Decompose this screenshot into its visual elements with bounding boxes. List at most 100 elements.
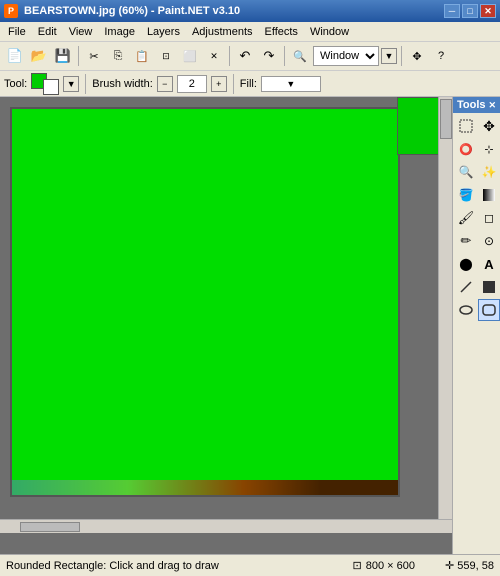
tool-recolor[interactable]: ⬤ [455, 253, 477, 275]
cut-button[interactable]: ✂ [83, 45, 105, 67]
position-value: 559, 58 [457, 560, 494, 572]
move-selection-icon: ⊹ [484, 143, 493, 156]
menu-item-file[interactable]: File [2, 24, 32, 40]
menu-item-effects[interactable]: Effects [259, 24, 304, 40]
menu-item-window[interactable]: Window [304, 24, 355, 40]
position-icon: ✛ [445, 560, 454, 572]
color-selector[interactable] [31, 73, 59, 95]
toolbar-area: 📄 📂 💾 ✂ ⎘ 📋 ⊡ ⬜ ✕ ↶ ↷ 🔍 Window ▼ ✥ ? Too… [0, 42, 500, 97]
fill-label: Fill: [240, 78, 257, 90]
tools-close-button[interactable]: ✕ [488, 100, 496, 111]
separator-5 [85, 74, 86, 94]
tool-clone-stamp[interactable]: ⊙ [478, 230, 500, 252]
status-position: ✛ 559, 58 [445, 559, 494, 572]
redo-button[interactable]: ↷ [258, 45, 280, 67]
color-arrow[interactable]: ▼ [63, 76, 79, 92]
rounded-rect-icon [482, 303, 496, 317]
app-icon: P [4, 4, 18, 18]
vscroll-thumb[interactable] [440, 99, 452, 139]
copy-button[interactable]: ⎘ [107, 45, 129, 67]
separator-6 [233, 74, 234, 94]
tool-line[interactable] [455, 276, 477, 298]
zoom-out-button[interactable]: 🔍 [289, 45, 311, 67]
menu-item-adjustments[interactable]: Adjustments [186, 24, 259, 40]
paintbucket-icon: 🪣 [459, 188, 474, 202]
separator-2 [229, 46, 230, 66]
crop-button[interactable]: ⊡ [155, 45, 177, 67]
tool-move-selection[interactable]: ⊹ [478, 138, 500, 160]
title-controls[interactable]: ─ □ ✕ [444, 4, 496, 18]
shapes-icon [482, 280, 496, 294]
rectangle-select-icon [459, 119, 473, 133]
title-bar: P BEARSTOWN.jpg (60%) - Paint.NET v3.10 … [0, 0, 500, 22]
canvas[interactable] [10, 107, 400, 497]
toolbar-row1: 📄 📂 💾 ✂ ⎘ 📋 ⊡ ⬜ ✕ ↶ ↷ 🔍 Window ▼ ✥ ? [0, 42, 500, 70]
dropdown-arrow[interactable]: ▼ [381, 48, 397, 64]
separator-4 [401, 46, 402, 66]
tool-shapes[interactable] [478, 276, 500, 298]
help-button[interactable]: ? [430, 45, 452, 67]
paste-button[interactable]: 📋 [131, 45, 153, 67]
menu-item-view[interactable]: View [63, 24, 99, 40]
select-all-button[interactable]: ⬜ [179, 45, 201, 67]
brush-width-input[interactable] [177, 75, 207, 93]
open-button[interactable]: 📂 [28, 45, 50, 67]
tool-label: Tool: [4, 78, 27, 90]
undo-button[interactable]: ↶ [234, 45, 256, 67]
ellipse-icon [459, 303, 473, 317]
close-button[interactable]: ✕ [480, 4, 496, 18]
gradient-icon [482, 188, 496, 202]
tool-magic-wand[interactable]: ✨ [478, 161, 500, 183]
vertical-scrollbar[interactable] [438, 97, 452, 519]
text-icon: A [484, 257, 493, 272]
lasso-icon: ⭕ [459, 143, 473, 156]
separator-3 [284, 46, 285, 66]
menu-item-image[interactable]: Image [98, 24, 141, 40]
horizontal-scrollbar[interactable] [0, 519, 452, 533]
deselect-button[interactable]: ✕ [203, 45, 225, 67]
tools-title-text: Tools [457, 99, 486, 111]
tool-text[interactable]: A [478, 253, 500, 275]
tool-zoom[interactable]: 🔍 [455, 161, 477, 183]
tool-gradient[interactable] [478, 184, 500, 206]
tool-pencil[interactable]: ✏ [455, 230, 477, 252]
paintbrush-icon: 🖌 [458, 210, 475, 226]
tool-ellipse[interactable] [455, 299, 477, 321]
window-dropdown[interactable]: Window [313, 46, 379, 66]
magic-wand-icon: ✨ [482, 165, 497, 179]
brush-width-label: Brush width: [92, 78, 153, 90]
menu-bar: FileEditViewImageLayersAdjustmentsEffect… [0, 22, 500, 42]
status-message: Rounded Rectangle: Click and drag to dra… [6, 560, 343, 572]
background-color[interactable] [43, 79, 59, 95]
zoom-icon: 🔍 [459, 165, 474, 179]
hscroll-thumb[interactable] [20, 522, 80, 532]
pan-button[interactable]: ✥ [406, 45, 428, 67]
minimize-button[interactable]: ─ [444, 4, 460, 18]
canvas-container[interactable] [0, 97, 500, 555]
tool-rectangle-select[interactable] [455, 115, 477, 137]
tool-eraser[interactable]: ◻ [478, 207, 500, 229]
maximize-button[interactable]: □ [462, 4, 478, 18]
main-area: Tools ✕ ✥ ⭕ ⊹ 🔍 ✨ [0, 97, 500, 555]
menu-item-edit[interactable]: Edit [32, 24, 63, 40]
new-button[interactable]: 📄 [4, 45, 26, 67]
eraser-icon: ◻ [484, 211, 494, 225]
brush-width-decrease[interactable]: − [157, 76, 173, 92]
tool-rounded-rect[interactable] [478, 299, 500, 321]
clone-stamp-icon: ⊙ [484, 234, 494, 248]
pencil-icon: ✏ [461, 233, 472, 249]
brush-width-increase[interactable]: + [211, 76, 227, 92]
tool-paintbrush[interactable]: 🖌 [455, 207, 477, 229]
size-value: 800 × 600 [366, 560, 415, 572]
tool-lasso[interactable]: ⭕ [455, 138, 477, 160]
recolor-icon: ⬤ [459, 257, 472, 271]
tool-paintbucket[interactable]: 🪣 [455, 184, 477, 206]
toolbar-row2: Tool: ▼ Brush width: − + Fill: ▼ [0, 70, 500, 96]
tool-move[interactable]: ✥ [478, 115, 500, 137]
fill-dropdown[interactable]: ▼ [261, 76, 321, 92]
move-icon: ✥ [483, 118, 495, 135]
size-icon: ⊡ [353, 559, 362, 572]
menu-item-layers[interactable]: Layers [141, 24, 186, 40]
separator-1 [78, 46, 79, 66]
save-button[interactable]: 💾 [52, 45, 74, 67]
